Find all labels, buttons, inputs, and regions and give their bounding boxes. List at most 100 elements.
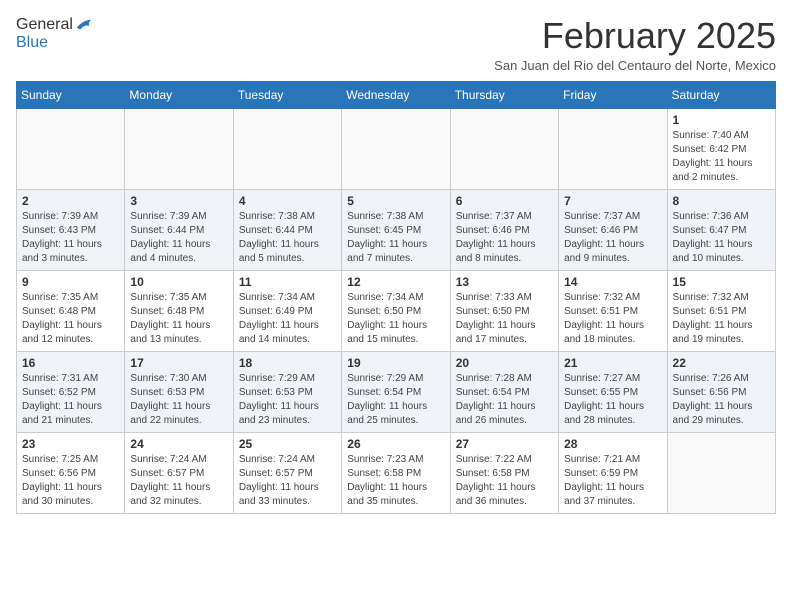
day-info: Sunrise: 7:29 AM Sunset: 6:54 PM Dayligh… xyxy=(347,372,444,428)
day-number: 10 xyxy=(130,275,227,289)
day-info: Sunrise: 7:34 AM Sunset: 6:50 PM Dayligh… xyxy=(347,291,444,347)
day-number: 23 xyxy=(22,437,119,451)
calendar-day-cell: 10Sunrise: 7:35 AM Sunset: 6:48 PM Dayli… xyxy=(125,270,233,351)
day-info: Sunrise: 7:40 AM Sunset: 6:42 PM Dayligh… xyxy=(673,129,770,185)
weekday-header-monday: Monday xyxy=(125,81,233,108)
month-year-title: February 2025 xyxy=(494,16,776,56)
day-info: Sunrise: 7:27 AM Sunset: 6:55 PM Dayligh… xyxy=(564,372,661,428)
calendar-day-cell: 22 Sunrise: 7:26 AM Sunset: 6:56 PM Dayli… xyxy=(667,351,775,432)
calendar-day-cell: 6 Sunrise: 7:37 AM Sunset: 6:46 PM Daylig… xyxy=(450,189,558,270)
day-number: 21 xyxy=(564,356,661,370)
calendar-day-cell xyxy=(233,108,341,189)
calendar-day-cell: 1 Sunrise: 7:40 AM Sunset: 6:42 PM Daylig… xyxy=(667,108,775,189)
day-info: Sunrise: 7:22 AM Sunset: 6:58 PM Dayligh… xyxy=(456,453,553,509)
day-info: Sunrise: 7:39 AM Sunset: 6:43 PM Dayligh… xyxy=(22,210,119,266)
day-info: Sunrise: 7:32 AM Sunset: 6:51 PM Dayligh… xyxy=(673,291,770,347)
day-info: Sunrise: 7:30 AM Sunset: 6:53 PM Dayligh… xyxy=(130,372,227,428)
calendar-day-cell: 2 Sunrise: 7:39 AM Sunset: 6:43 PM Daylig… xyxy=(17,189,125,270)
day-number: 18 xyxy=(239,356,336,370)
day-info: Sunrise: 7:38 AM Sunset: 6:44 PM Dayligh… xyxy=(239,210,336,266)
day-info: Sunrise: 7:24 AM Sunset: 6:57 PM Dayligh… xyxy=(239,453,336,509)
calendar-day-cell: 26 Sunrise: 7:23 AM Sunset: 6:58 PM Dayli… xyxy=(342,432,450,513)
page-header: General Blue February 2025 San Juan del … xyxy=(16,16,776,73)
logo: General Blue xyxy=(16,16,93,52)
calendar-day-cell: 19 Sunrise: 7:29 AM Sunset: 6:54 PM Dayli… xyxy=(342,351,450,432)
calendar-day-cell: 28 Sunrise: 7:21 AM Sunset: 6:59 PM Dayli… xyxy=(559,432,667,513)
day-number: 6 xyxy=(456,194,553,208)
day-number: 7 xyxy=(564,194,661,208)
day-info: Sunrise: 7:28 AM Sunset: 6:54 PM Dayligh… xyxy=(456,372,553,428)
calendar-day-cell xyxy=(342,108,450,189)
calendar-week-row: 1 Sunrise: 7:40 AM Sunset: 6:42 PM Daylig… xyxy=(17,108,776,189)
day-info: Sunrise: 7:39 AM Sunset: 6:44 PM Dayligh… xyxy=(130,210,227,266)
calendar-day-cell xyxy=(667,432,775,513)
calendar-day-cell: 24Sunrise: 7:24 AM Sunset: 6:57 PM Dayli… xyxy=(125,432,233,513)
day-info: Sunrise: 7:32 AM Sunset: 6:51 PM Dayligh… xyxy=(564,291,661,347)
calendar-day-cell: 5Sunrise: 7:38 AM Sunset: 6:45 PM Daylig… xyxy=(342,189,450,270)
calendar-day-cell: 25 Sunrise: 7:24 AM Sunset: 6:57 PM Dayli… xyxy=(233,432,341,513)
day-info: Sunrise: 7:34 AM Sunset: 6:49 PM Dayligh… xyxy=(239,291,336,347)
day-number: 17 xyxy=(130,356,227,370)
weekday-header-sunday: Sunday xyxy=(17,81,125,108)
day-number: 12 xyxy=(347,275,444,289)
calendar-day-cell: 15 Sunrise: 7:32 AM Sunset: 6:51 PM Dayli… xyxy=(667,270,775,351)
day-info: Sunrise: 7:35 AM Sunset: 6:48 PM Dayligh… xyxy=(22,291,119,347)
weekday-header-friday: Friday xyxy=(559,81,667,108)
calendar-day-cell xyxy=(17,108,125,189)
day-number: 2 xyxy=(22,194,119,208)
calendar-day-cell: 17 Sunrise: 7:30 AM Sunset: 6:53 PM Dayli… xyxy=(125,351,233,432)
calendar-day-cell: 21 Sunrise: 7:27 AM Sunset: 6:55 PM Dayli… xyxy=(559,351,667,432)
day-number: 25 xyxy=(239,437,336,451)
day-info: Sunrise: 7:25 AM Sunset: 6:56 PM Dayligh… xyxy=(22,453,119,509)
day-number: 4 xyxy=(239,194,336,208)
day-info: Sunrise: 7:29 AM Sunset: 6:53 PM Dayligh… xyxy=(239,372,336,428)
weekday-header-wednesday: Wednesday xyxy=(342,81,450,108)
day-info: Sunrise: 7:33 AM Sunset: 6:50 PM Dayligh… xyxy=(456,291,553,347)
calendar-day-cell: 8Sunrise: 7:36 AM Sunset: 6:47 PM Daylig… xyxy=(667,189,775,270)
day-number: 14 xyxy=(564,275,661,289)
weekday-header-saturday: Saturday xyxy=(667,81,775,108)
day-number: 15 xyxy=(673,275,770,289)
logo-bird-icon xyxy=(75,18,93,32)
calendar-day-cell: 18 Sunrise: 7:29 AM Sunset: 6:53 PM Dayli… xyxy=(233,351,341,432)
calendar-day-cell: 16Sunrise: 7:31 AM Sunset: 6:52 PM Dayli… xyxy=(17,351,125,432)
calendar-day-cell: 14 Sunrise: 7:32 AM Sunset: 6:51 PM Dayli… xyxy=(559,270,667,351)
calendar-week-row: 9 Sunrise: 7:35 AM Sunset: 6:48 PM Daylig… xyxy=(17,270,776,351)
day-number: 5 xyxy=(347,194,444,208)
day-info: Sunrise: 7:37 AM Sunset: 6:46 PM Dayligh… xyxy=(456,210,553,266)
day-number: 27 xyxy=(456,437,553,451)
logo-blue-text: Blue xyxy=(16,34,48,52)
day-info: Sunrise: 7:36 AM Sunset: 6:47 PM Dayligh… xyxy=(673,210,770,266)
day-number: 26 xyxy=(347,437,444,451)
calendar-day-cell: 27 Sunrise: 7:22 AM Sunset: 6:58 PM Dayli… xyxy=(450,432,558,513)
day-number: 20 xyxy=(456,356,553,370)
day-info: Sunrise: 7:21 AM Sunset: 6:59 PM Dayligh… xyxy=(564,453,661,509)
weekday-header-tuesday: Tuesday xyxy=(233,81,341,108)
calendar-day-cell: 4 Sunrise: 7:38 AM Sunset: 6:44 PM Daylig… xyxy=(233,189,341,270)
day-info: Sunrise: 7:23 AM Sunset: 6:58 PM Dayligh… xyxy=(347,453,444,509)
calendar-day-cell xyxy=(559,108,667,189)
calendar-day-cell xyxy=(125,108,233,189)
day-number: 1 xyxy=(673,113,770,127)
day-info: Sunrise: 7:24 AM Sunset: 6:57 PM Dayligh… xyxy=(130,453,227,509)
day-number: 13 xyxy=(456,275,553,289)
day-number: 11 xyxy=(239,275,336,289)
calendar-day-cell: 23 Sunrise: 7:25 AM Sunset: 6:56 PM Dayli… xyxy=(17,432,125,513)
calendar-day-cell: 3 Sunrise: 7:39 AM Sunset: 6:44 PM Daylig… xyxy=(125,189,233,270)
day-number: 19 xyxy=(347,356,444,370)
calendar-day-cell: 13 Sunrise: 7:33 AM Sunset: 6:50 PM Dayli… xyxy=(450,270,558,351)
day-info: Sunrise: 7:31 AM Sunset: 6:52 PM Dayligh… xyxy=(22,372,119,428)
day-number: 9 xyxy=(22,275,119,289)
calendar-table: SundayMondayTuesdayWednesdayThursdayFrid… xyxy=(16,81,776,514)
calendar-week-row: 2 Sunrise: 7:39 AM Sunset: 6:43 PM Daylig… xyxy=(17,189,776,270)
day-number: 28 xyxy=(564,437,661,451)
calendar-day-cell: 11 Sunrise: 7:34 AM Sunset: 6:49 PM Dayli… xyxy=(233,270,341,351)
calendar-day-cell: 9 Sunrise: 7:35 AM Sunset: 6:48 PM Daylig… xyxy=(17,270,125,351)
day-number: 22 xyxy=(673,356,770,370)
weekday-header-thursday: Thursday xyxy=(450,81,558,108)
calendar-header-row: SundayMondayTuesdayWednesdayThursdayFrid… xyxy=(17,81,776,108)
location-subtitle: San Juan del Rio del Centauro del Norte,… xyxy=(494,58,776,73)
day-number: 3 xyxy=(130,194,227,208)
day-info: Sunrise: 7:26 AM Sunset: 6:56 PM Dayligh… xyxy=(673,372,770,428)
calendar-week-row: 23 Sunrise: 7:25 AM Sunset: 6:56 PM Dayli… xyxy=(17,432,776,513)
